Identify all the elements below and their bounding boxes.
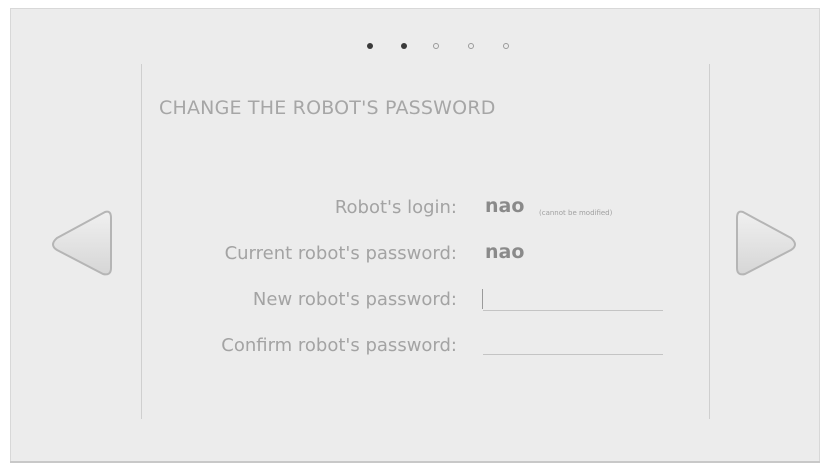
page-dot-2[interactable] [401, 43, 407, 49]
login-value: nao [485, 195, 525, 217]
left-divider [141, 64, 142, 419]
new-password-input[interactable] [483, 289, 663, 311]
page-dot-4[interactable] [468, 43, 474, 49]
current-password-label: Current robot's password: [224, 243, 457, 264]
login-note: (cannot be modified) [539, 209, 613, 217]
page-dot-1[interactable] [367, 43, 373, 49]
login-label: Robot's login: [334, 197, 457, 218]
triangle-right-icon [736, 210, 796, 276]
current-password-value: nao [485, 241, 525, 263]
new-password-label: New robot's password: [252, 289, 457, 310]
triangle-left-icon [52, 210, 112, 276]
text-caret [482, 289, 483, 309]
confirm-password-input[interactable] [483, 333, 663, 355]
page-dot-3[interactable] [433, 43, 439, 49]
wizard-window: CHANGE THE ROBOT'S PASSWORD Robot's logi… [10, 8, 820, 463]
right-divider [709, 64, 710, 419]
page-dot-5[interactable] [503, 43, 509, 49]
next-page-button[interactable] [735, 204, 803, 284]
previous-page-button[interactable] [45, 204, 113, 284]
confirm-password-label: Confirm robot's password: [221, 335, 457, 356]
page-title: CHANGE THE ROBOT'S PASSWORD [159, 97, 496, 119]
